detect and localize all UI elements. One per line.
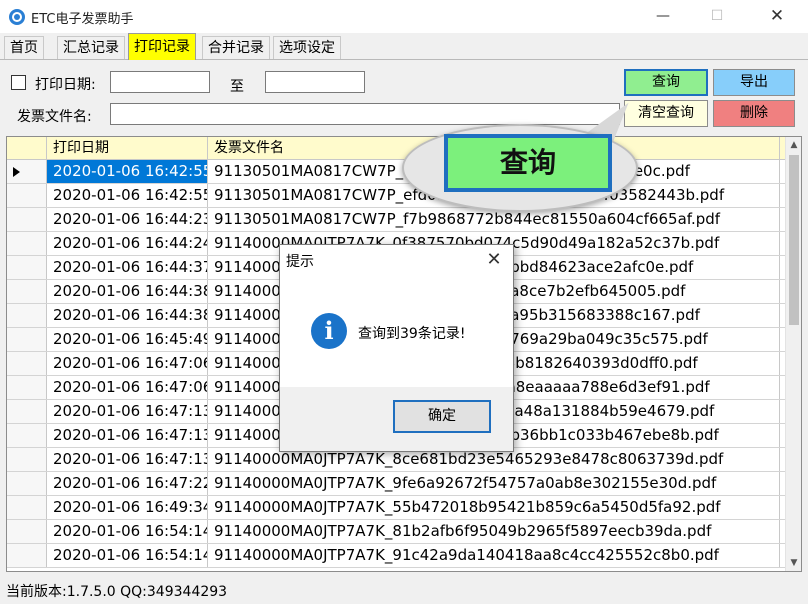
cell-print-date[interactable]: 2020-01-06 16:45:49 [47,328,208,351]
cell-print-date[interactable]: 2020-01-06 16:42:55 [47,184,208,207]
to-label: 至 [230,79,244,95]
row-header[interactable] [7,520,47,543]
row-header[interactable] [7,160,47,183]
row-header[interactable] [7,544,47,567]
window-title: ETC电子发票助手 [31,12,134,27]
delete-button[interactable]: 删除 [713,100,795,127]
current-row-arrow-icon [13,167,20,177]
close-window-button[interactable]: ✕ [754,0,800,33]
print-date-label: 打印日期: [35,77,96,93]
row-header[interactable] [7,496,47,519]
scroll-down-icon[interactable]: ▼ [786,555,801,571]
row-header[interactable] [7,328,47,351]
row-header[interactable] [7,256,47,279]
cell-print-date[interactable]: 2020-01-06 16:47:13 [47,424,208,447]
start-date-input[interactable] [110,71,210,93]
tab-summary-records[interactable]: 汇总记录 [57,36,125,59]
table-row[interactable]: 2020-01-06 16:47:22 91140000MA0JTP7A7K_9f… [7,472,785,496]
cell-print-date[interactable]: 2020-01-06 16:44:38 [47,304,208,327]
cell-print-date[interactable]: 2020-01-06 16:54:14 [47,544,208,567]
message-dialog: 提示 ✕ i 查询到39条记录! 确定 [279,244,514,452]
filename-label: 发票文件名: [17,109,92,125]
row-header[interactable] [7,352,47,375]
row-header[interactable] [7,424,47,447]
print-date-checkbox[interactable] [11,75,26,90]
tab-print-records[interactable]: 打印记录 [128,33,196,60]
tab-merge-records[interactable]: 合并记录 [202,36,270,59]
dialog-close-icon[interactable]: ✕ [480,247,508,273]
info-icon: i [311,313,347,349]
scroll-up-icon[interactable]: ▲ [786,137,801,153]
table-row[interactable]: 2020-01-06 16:49:34 91140000MA0JTP7A7K_55… [7,496,785,520]
cell-print-date[interactable]: 2020-01-06 16:44:37 [47,256,208,279]
dialog-title: 提示 [286,254,314,270]
row-header[interactable] [7,184,47,207]
cell-print-date[interactable]: 2020-01-06 16:47:13 [47,400,208,423]
filename-input[interactable] [110,103,620,125]
row-header[interactable] [7,376,47,399]
title-bar: ETC电子发票助手 — ☐ ✕ [0,0,808,33]
cell-print-date[interactable]: 2020-01-06 16:44:23 [47,208,208,231]
row-header[interactable] [7,400,47,423]
dialog-ok-button[interactable]: 确定 [393,400,491,433]
grid-header: 打印日期 发票文件名 [7,137,801,160]
row-header[interactable] [7,448,47,471]
query-button[interactable]: 查询 [624,69,708,96]
cell-print-date[interactable]: 2020-01-06 16:44:24 [47,232,208,255]
row-header[interactable] [7,472,47,495]
cell-print-date[interactable]: 2020-01-06 16:44:38 [47,280,208,303]
status-bar: 当前版本:1.7.5.0 QQ:349344293 [6,584,228,600]
row-header[interactable] [7,208,47,231]
vertical-scrollbar[interactable]: ▲ ▼ [785,137,801,571]
cell-print-date[interactable]: 2020-01-06 16:54:14 [47,520,208,543]
cell-print-date[interactable]: 2020-01-06 16:47:06 [47,376,208,399]
cell-filename[interactable]: 91130501MA0817CW7P_f7b9868772b844ec81550… [208,208,780,231]
tab-options[interactable]: 选项设定 [273,36,341,59]
dialog-message: 查询到39条记录! [358,326,466,342]
row-header-corner [7,137,47,159]
end-date-input[interactable] [265,71,365,93]
cell-print-date[interactable]: 2020-01-06 16:47:06 [47,352,208,375]
table-row[interactable]: 2020-01-06 16:44:23 91130501MA0817CW7P_f7… [7,208,785,232]
column-header-print-date[interactable]: 打印日期 [47,137,208,159]
cell-filename[interactable]: 91140000MA0JTP7A7K_55b472018b95421b859c6… [208,496,780,519]
cell-filename[interactable]: 91140000MA0JTP7A7K_81b2afb6f95049b2965f5… [208,520,780,543]
row-header[interactable] [7,304,47,327]
callout-query-button: 查询 [444,134,612,192]
tab-home[interactable]: 首页 [4,36,44,59]
export-button[interactable]: 导出 [713,69,795,96]
cell-filename[interactable]: 91140000MA0JTP7A7K_9fe6a92672f54757a0ab8… [208,472,780,495]
table-row[interactable]: 2020-01-06 16:54:14 91140000MA0JTP7A7K_91… [7,544,785,568]
maximize-button[interactable]: ☐ [694,0,740,33]
scrollbar-thumb[interactable] [789,155,799,325]
table-row[interactable]: 2020-01-06 16:42:5591130501MA0817CW7P_ef… [7,184,785,208]
cell-print-date[interactable]: 2020-01-06 16:49:34 [47,496,208,519]
row-header[interactable] [7,232,47,255]
table-row[interactable]: 2020-01-06 16:42:5591130501MA0817CW7P_e0… [7,160,785,184]
minimize-button[interactable]: — [640,0,686,33]
cell-print-date[interactable]: 2020-01-06 16:47:22 [47,472,208,495]
table-row[interactable]: 2020-01-06 16:54:14 91140000MA0JTP7A7K_81… [7,520,785,544]
app-logo-icon [9,9,25,25]
cell-print-date[interactable]: 2020-01-06 16:47:13 [47,448,208,471]
cell-print-date[interactable]: 2020-01-06 16:42:55 [47,160,208,183]
tab-strip: 首页 汇总记录 打印记录 合并记录 选项设定 [0,33,808,60]
cell-filename[interactable]: 91140000MA0JTP7A7K_91c42a9da140418aa8c4c… [208,544,780,567]
row-header[interactable] [7,280,47,303]
